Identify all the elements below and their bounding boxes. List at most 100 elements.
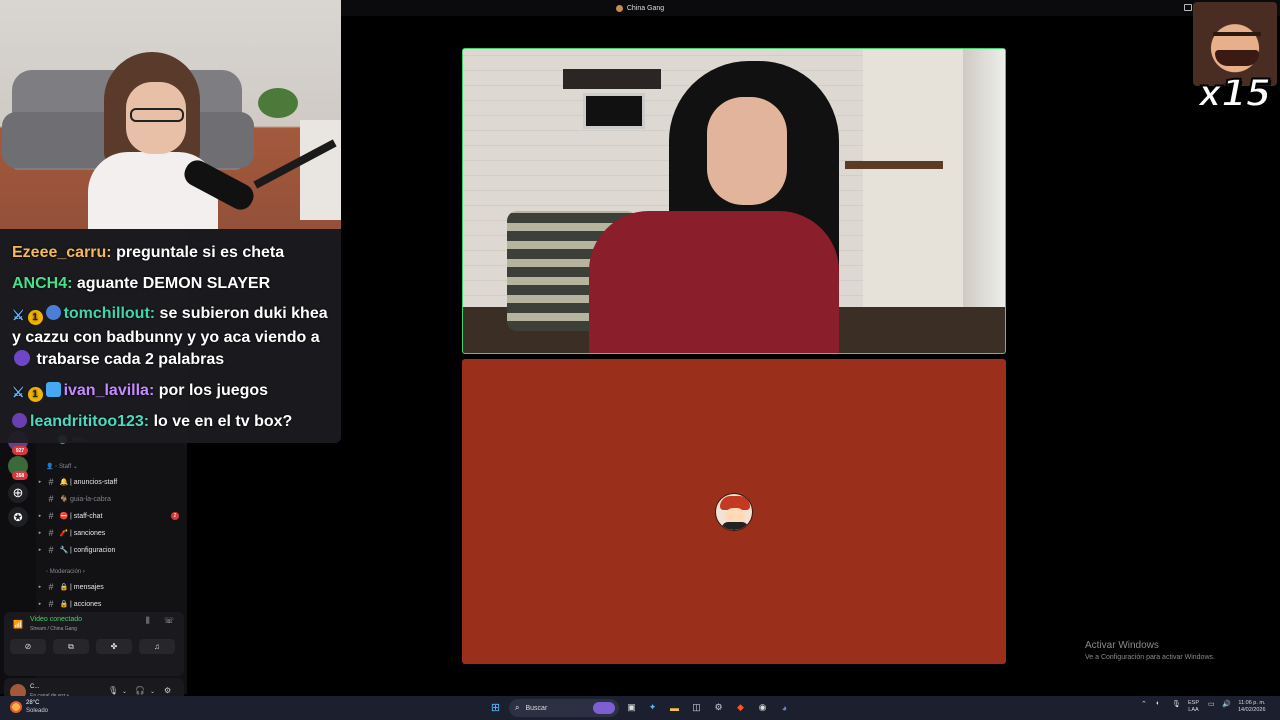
search-placeholder: Buscar (525, 704, 548, 712)
user-name: C... (30, 684, 40, 690)
channel-configuracion[interactable]: ▸ # 🔧 | configuracion (36, 543, 187, 557)
chat-message: ⚔ 1 ivan_lavilla: por los juegos (12, 380, 333, 404)
start-icon[interactable]: ⊞ (489, 701, 502, 714)
chat-message: ⚔ 1 tomchillout: se subieron duki khea y c… (12, 303, 333, 372)
channel-mensajes[interactable]: ▸ # 🔒 | mensajes (36, 580, 187, 594)
camera-off-button[interactable]: ⊘ (10, 639, 46, 654)
channel-acciones[interactable]: ▸ # 🔒 | acciones (36, 597, 187, 611)
channel-guia-la-cabra[interactable]: # 🐐 guia-la-cabra (36, 492, 187, 506)
chevron-down-icon[interactable]: ⌄ (122, 688, 127, 695)
task-view-icon[interactable]: ▣ (625, 701, 638, 714)
hash-icon: # (48, 511, 54, 521)
meme-sticker: x15 (1190, 0, 1280, 118)
avatar (715, 493, 753, 531)
steam-icon[interactable]: ⚙ (712, 701, 725, 714)
channel-staff-chat[interactable]: ▸ # ⛔ | staff-chat 2 (36, 509, 187, 523)
stream-chat: Ezeee_carru: preguntale si es cheta ANCH… (0, 229, 341, 443)
hash-icon: # (48, 477, 54, 487)
headphones-icon[interactable]: 🎧 (135, 686, 145, 695)
hash-icon: # (48, 494, 54, 504)
video-tile-avatar[interactable] (462, 359, 1006, 664)
channel-name: | anuncios-staff (70, 478, 118, 486)
weather-desc: Soleado (26, 708, 49, 714)
store-icon[interactable]: ◫ (690, 701, 703, 714)
chat-text-cont: trabarse cada 2 palabras (32, 351, 225, 368)
add-server-icon[interactable]: ⊕ (8, 483, 28, 503)
watermark-title: Activar Windows (1085, 640, 1159, 651)
chat-username: leandrititoo123: (30, 413, 150, 430)
microphone-icon[interactable]: 🎙 (108, 686, 118, 695)
chevron-up-icon[interactable]: ⌃ (1141, 700, 1147, 708)
channel-name: | configuracion (70, 546, 116, 554)
chat-text: lo ve en el tv box? (149, 413, 293, 430)
chevron-right-icon: ▸ (38, 547, 42, 553)
chat-text: preguntale si es cheta (111, 244, 285, 261)
screen: China Gang 927 358 ⊕ ✪ maru 👤 ◦ Staff ⌄ … (0, 0, 1280, 720)
chat-username: Ezeee_carru: (12, 244, 112, 261)
channel-name: | acciones (70, 600, 102, 608)
explore-icon[interactable]: ✪ (8, 507, 28, 527)
signal-icon: 📶 (13, 620, 23, 629)
soundboard-button[interactable]: ♫ (139, 639, 175, 654)
volume-icon[interactable]: 🔊 (1222, 700, 1231, 708)
app-tray-icon[interactable]: ◐ (1156, 700, 1160, 707)
hash-icon: # (48, 582, 54, 592)
hash-icon: # (48, 599, 54, 609)
channel-sanciones[interactable]: ▸ # 🧨 | sanciones (36, 526, 187, 540)
chevron-right-icon: ▸ (38, 479, 42, 485)
search-box[interactable]: ⌕ Buscar (509, 699, 619, 717)
gear-icon[interactable]: ⚙ (164, 686, 171, 695)
network-icon[interactable]: ▭ (1208, 700, 1215, 708)
noise-suppression-icon[interactable]: ⫼ (146, 616, 150, 626)
channel-name: | sanciones (70, 529, 106, 537)
chevron-right-icon: ▸ (38, 530, 42, 536)
mention-badge: 2 (171, 512, 179, 520)
clock-time: 11:06 p. m. (1238, 700, 1266, 706)
copilot-icon[interactable]: ✦ (646, 701, 659, 714)
server-badge-1: 927 (12, 446, 28, 455)
chat-text: aguante DEMON SLAYER (72, 274, 271, 292)
weather-icon (10, 701, 22, 713)
discord-icon[interactable]: ◕ (778, 701, 791, 714)
activities-button[interactable]: ✤ (96, 639, 132, 654)
window-title: China Gang (626, 4, 665, 12)
language-indicator[interactable]: ESP LAA (1188, 700, 1199, 714)
search-highlight-icon (593, 702, 615, 714)
streamer-video (589, 61, 859, 353)
obs-icon[interactable]: ◉ (756, 701, 769, 714)
voice-location[interactable]: Stream / China Gang (30, 626, 77, 632)
weather-temp: 28°C (26, 700, 40, 706)
taskbar: 28°C Soleado ⊞ ⌕ Buscar ▣ ✦ ▬ ◫ ⚙ ◆ ◉ ◕ … (0, 696, 1280, 720)
hash-icon: # (48, 545, 54, 555)
search-icon: ⌕ (515, 703, 520, 712)
chat-username: ANCH4: (12, 274, 73, 292)
chevron-right-icon: ▸ (38, 601, 42, 607)
chat-message: leandrititoo123: lo ve en el tv box? (12, 411, 333, 434)
chevron-right-icon: ▸ (38, 584, 42, 590)
category-staff[interactable]: 👤 ◦ Staff ⌄ (46, 463, 78, 470)
tier-badge-icon: 1 (27, 310, 43, 325)
server-icon (615, 4, 623, 12)
channel-name: guia-la-cabra (70, 495, 111, 503)
clock-date: 14/02/2026 (1238, 707, 1266, 713)
chevron-down-icon[interactable]: ⌄ (150, 688, 155, 695)
demon-badge-icon (12, 413, 27, 428)
channel-anuncios-staff[interactable]: ▸ # 🔔 | anuncios-staff (36, 475, 187, 489)
mic-tray-icon[interactable]: 🎙 (1172, 700, 1181, 708)
weather-widget[interactable]: 28°C Soleado (10, 699, 48, 715)
clock[interactable]: 11:06 p. m. 14/02/2026 (1238, 700, 1266, 714)
streamer-webcam (0, 0, 341, 229)
sword-badge-icon: ⚔ (12, 383, 25, 400)
screen-share-button[interactable]: ⧉ (53, 639, 89, 654)
gear-badge-icon (45, 305, 61, 320)
brave-icon[interactable]: ◆ (734, 701, 747, 714)
category-moderacion[interactable]: ◦ Moderación › (46, 569, 85, 575)
voice-status[interactable]: Video conectado (30, 616, 82, 623)
chat-text: por los juegos (154, 381, 269, 399)
video-tile-camera[interactable] (462, 48, 1006, 354)
chat-username: tomchillout: (63, 305, 156, 322)
disconnect-icon[interactable]: ☏ (164, 616, 174, 625)
file-explorer-icon[interactable]: ▬ (668, 701, 681, 714)
chevron-right-icon: ▸ (38, 513, 42, 519)
cube-badge-icon (45, 381, 61, 397)
